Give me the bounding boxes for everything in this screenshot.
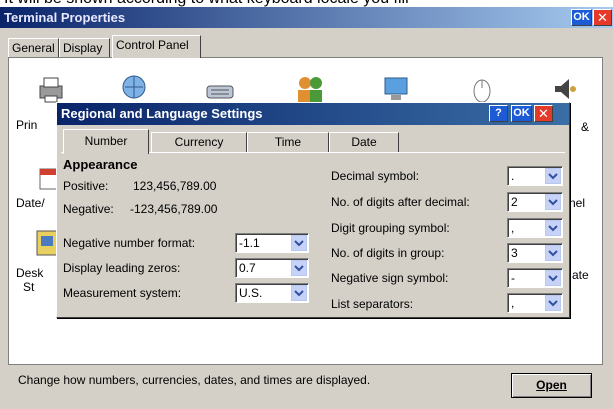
datetime-label: Date/	[16, 196, 45, 210]
display-leading-zeros-select[interactable]: 0.7	[235, 258, 309, 278]
printer-icon[interactable]	[36, 74, 66, 104]
measurement-system-value: U.S.	[239, 286, 263, 300]
regional-settings-dialog: Regional and Language Settings ? OK ✕ Nu…	[56, 102, 570, 318]
tab-date[interactable]: Date	[329, 132, 399, 152]
digits-in-group-label: No. of digits in group:	[331, 246, 445, 260]
negative-sign-symbol-select[interactable]: -	[507, 268, 563, 288]
appearance-heading: Appearance	[63, 157, 138, 172]
decimal-symbol-select[interactable]: .	[507, 166, 563, 186]
digit-grouping-symbol-value: ,	[511, 221, 515, 235]
chevron-down-icon[interactable]	[291, 285, 307, 301]
ok-button[interactable]: OK	[571, 9, 592, 26]
display-leading-zeros-label: Display leading zeros:	[63, 261, 181, 275]
measurement-system-select[interactable]: U.S.	[235, 283, 309, 303]
positive-value: 123,456,789.00	[133, 179, 217, 193]
digit-grouping-symbol-select[interactable]: ,	[507, 218, 563, 238]
negative-sign-symbol-label: Negative sign symbol:	[331, 271, 449, 285]
display-leading-zeros-value: 0.7	[239, 261, 256, 275]
list-separators-select[interactable]: ,	[507, 293, 563, 313]
sound-icon[interactable]	[549, 74, 579, 104]
chevron-down-icon[interactable]	[291, 260, 307, 276]
status-description: Change how numbers, currencies, dates, a…	[18, 373, 371, 387]
display-icon[interactable]	[381, 74, 411, 104]
dialog-tab-strip: Number Currency Time Date	[61, 129, 561, 154]
chevron-down-icon[interactable]	[545, 194, 561, 210]
tab-control-panel[interactable]: Control Panel	[112, 35, 201, 58]
list-separators-value: ,	[511, 296, 515, 310]
digits-after-decimal-value: 2	[511, 195, 518, 209]
users-icon[interactable]	[295, 74, 325, 104]
chevron-down-icon[interactable]	[545, 168, 561, 184]
open-button[interactable]: Open	[511, 373, 592, 398]
chevron-down-icon[interactable]	[545, 270, 561, 286]
digit-grouping-symbol-label: Digit grouping symbol:	[331, 221, 450, 235]
negative-sign-symbol-value: -	[511, 271, 515, 285]
help-button[interactable]: ?	[489, 105, 508, 122]
network-icon[interactable]	[119, 72, 149, 102]
close-button[interactable]: ✕	[593, 9, 612, 26]
decimal-symbol-label: Decimal symbol:	[331, 169, 420, 183]
number-tab-panel: Appearance Positive: 123,456,789.00 Nega…	[61, 152, 565, 314]
positive-label: Positive:	[63, 179, 109, 193]
chevron-down-icon[interactable]	[291, 235, 307, 251]
right-label-3: ate	[572, 268, 589, 282]
negative-value: -123,456,789.00	[130, 202, 218, 216]
negative-label: Negative:	[63, 202, 114, 216]
dialog-close-button[interactable]: ✕	[534, 105, 553, 122]
negative-number-format-select[interactable]: -1.1	[235, 233, 309, 253]
printer-label: Prin	[16, 118, 38, 132]
tab-currency[interactable]: Currency	[151, 132, 247, 152]
tab-display[interactable]: Display	[59, 38, 110, 57]
mouse-icon[interactable]	[467, 74, 497, 104]
right-label-1: &	[581, 120, 590, 134]
measurement-system-label: Measurement system:	[63, 286, 182, 300]
chevron-down-icon[interactable]	[545, 220, 561, 236]
desktop-label-line1: Desk	[16, 266, 44, 280]
digits-after-decimal-select[interactable]: 2	[507, 192, 563, 212]
digits-after-decimal-label: No. of digits after decimal:	[331, 195, 470, 209]
tab-time[interactable]: Time	[247, 132, 329, 152]
digits-in-group-value: 3	[511, 246, 518, 260]
list-separators-label: List separators:	[331, 297, 414, 311]
window-title: Terminal Properties	[0, 7, 613, 28]
tab-general[interactable]: General	[8, 38, 59, 57]
digits-in-group-select[interactable]: 3	[507, 243, 563, 263]
chevron-down-icon[interactable]	[545, 295, 561, 311]
desktop-label-line2: St	[23, 280, 35, 294]
negative-number-format-value: -1.1	[239, 236, 260, 250]
negative-number-format-label: Negative number format:	[63, 236, 196, 250]
right-label-2: nel	[569, 196, 586, 210]
decimal-symbol-value: .	[511, 169, 515, 183]
chevron-down-icon[interactable]	[545, 245, 561, 261]
tab-number[interactable]: Number	[63, 129, 149, 154]
dialog-ok-button[interactable]: OK	[511, 105, 532, 122]
